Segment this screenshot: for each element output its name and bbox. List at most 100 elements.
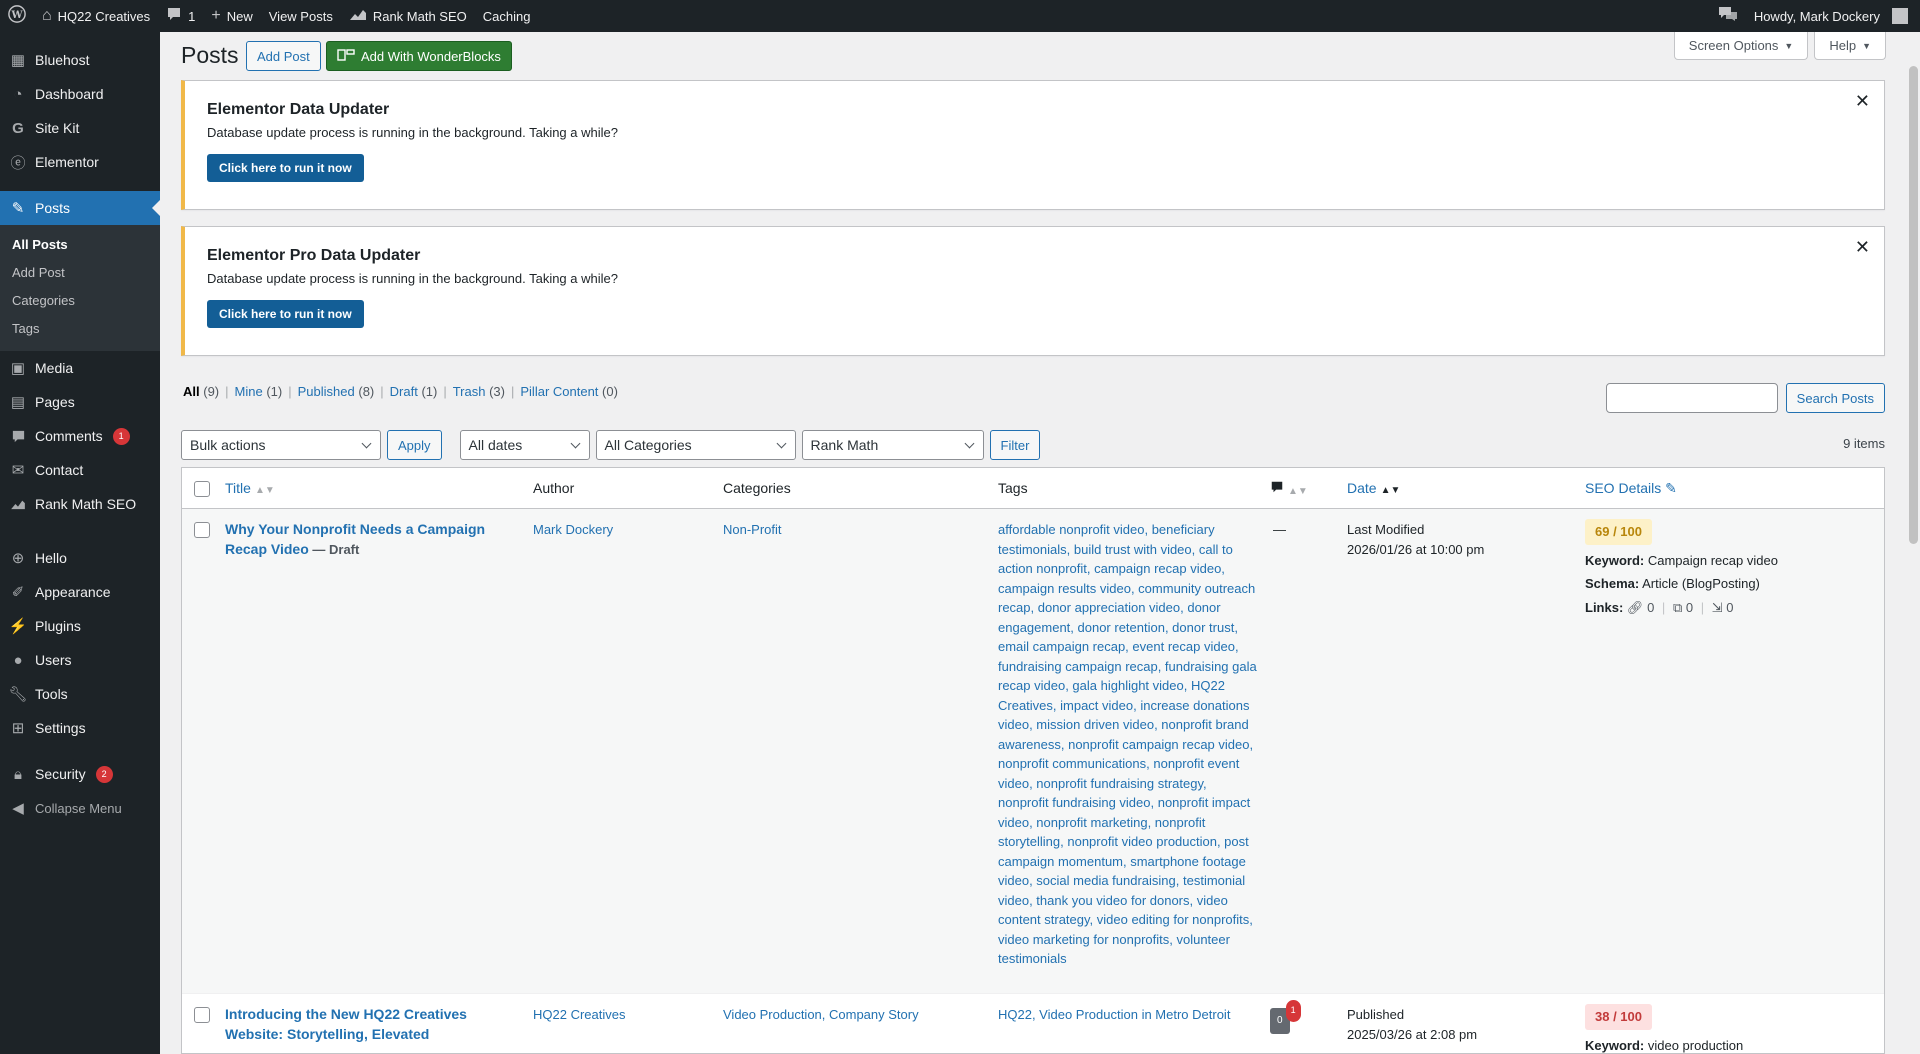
comments-link[interactable]: 1 (158, 0, 203, 32)
add-post-button[interactable]: Add Post (246, 41, 321, 71)
internal-link-icon: 🔗︎ (1626, 599, 1644, 615)
view-pillar-content[interactable]: Pillar Content (520, 384, 598, 399)
categories-filter-select[interactable]: All Categories (595, 430, 796, 460)
menu-item-contact[interactable]: ✉ Contact (0, 453, 160, 487)
blocks-icon (337, 48, 355, 64)
view-draft[interactable]: Draft (390, 384, 418, 399)
wrench-icon: 🔧︎ (8, 686, 28, 703)
select-all-checkbox[interactable] (194, 481, 210, 497)
sort-icon: ▲▼ (254, 485, 275, 496)
dates-filter-select[interactable]: All dates (459, 430, 590, 460)
search-posts-button[interactable]: Search Posts (1785, 383, 1885, 413)
rank-math-link[interactable]: Rank Math SEO (341, 0, 475, 32)
view-trash[interactable]: Trash (453, 384, 486, 399)
filter-button[interactable]: Filter (989, 430, 1041, 460)
menu-item-elementor[interactable]: ⓔ Elementor (0, 145, 160, 179)
view-posts-label: View Posts (268, 8, 333, 24)
comments-column-header[interactable]: ▲▼ (1270, 480, 1308, 497)
apply-button[interactable]: Apply (387, 430, 442, 460)
rank-math-filter-select[interactable]: Rank Math (801, 430, 984, 460)
screen-options-button[interactable]: Screen Options ▼ (1673, 32, 1809, 60)
menu-item-tools[interactable]: 🔧︎ Tools (0, 677, 160, 711)
seo-schema: Schema: Article (BlogPosting) (1585, 574, 1875, 594)
menu-item-users[interactable]: ● Users (0, 643, 160, 677)
tags-list[interactable]: HQ22, Video Production in Metro Detroit (998, 1005, 1260, 1025)
date-cell: Last Modified 2026/01/26 at 10:00 pm (1347, 520, 1484, 559)
menu-item-security[interactable]: 🔒︎ Security 2 (0, 757, 160, 791)
menu-item-site-kit[interactable]: G Site Kit (0, 111, 160, 145)
run-pro-updater-button[interactable]: Click here to run it now (207, 300, 364, 328)
close-icon[interactable]: ✕ (1855, 91, 1870, 112)
menu-label: Contact (35, 462, 84, 478)
collapse-menu-button[interactable]: ◀ Collapse Menu (0, 791, 160, 825)
title-column-header[interactable]: Title ▲▼ (225, 480, 275, 496)
menu-item-dashboard[interactable]: ◔ Dashboard (0, 77, 160, 111)
title-cell: Why Your Nonprofit Needs a Campaign Reca… (225, 520, 515, 559)
view-published[interactable]: Published (298, 384, 355, 399)
title-cell: Introducing the New HQ22 Creatives Websi… (225, 1005, 515, 1044)
seo-details-column-header[interactable]: SEO Details ✎ (1585, 480, 1677, 497)
sort-icon: ▲▼ (1380, 485, 1401, 496)
view-posts-link[interactable]: View Posts (261, 0, 341, 32)
run-updater-button[interactable]: Click here to run it now (207, 154, 364, 182)
separator: | (380, 384, 384, 399)
category-link[interactable]: Video Production, Company Story (723, 1005, 919, 1025)
pending-comments-badge[interactable]: 1 (1285, 1000, 1301, 1022)
view-all[interactable]: All (183, 384, 200, 399)
menu-item-media[interactable]: ▣ Media (0, 351, 160, 385)
rank-math-label: Rank Math SEO (372, 8, 467, 24)
author-link[interactable]: Mark Dockery (533, 520, 613, 540)
dashboard-icon: ◔ (13, 85, 23, 103)
separator: | (1661, 599, 1666, 615)
tags-list[interactable]: affordable nonprofit video, beneficiary … (998, 520, 1260, 969)
date-column-header[interactable]: Date ▲▼ (1347, 480, 1400, 496)
table-row: Introducing the New HQ22 Creatives Websi… (182, 994, 1884, 1053)
account-menu[interactable]: Howdy, Mark Dockery (1746, 0, 1920, 32)
view-count: (1) (266, 384, 283, 399)
menu-item-plugins[interactable]: ⚡ Plugins (0, 609, 160, 643)
submenu-tags[interactable]: Tags (0, 315, 160, 343)
bulk-actions-select[interactable]: Bulk actions (181, 430, 381, 460)
seo-score-badge[interactable]: 69 / 100 (1585, 519, 1652, 545)
menu-item-settings[interactable]: ⊞ Settings (0, 711, 160, 745)
menu-item-comments[interactable]: Comments 1 (0, 419, 160, 453)
help-button[interactable]: Help ▼ (1814, 32, 1886, 60)
row-checkbox[interactable] (194, 1007, 210, 1023)
seo-score-badge[interactable]: 38 / 100 (1585, 1004, 1652, 1030)
page-scrollbar[interactable] (1909, 66, 1918, 544)
menu-item-pages[interactable]: ▤ Pages (0, 385, 160, 419)
menu-item-rank-math[interactable]: Rank Math SEO (0, 487, 160, 521)
category-link[interactable]: Non-Profit (723, 520, 782, 540)
menu-item-hello[interactable]: ⊕ Hello (0, 541, 160, 575)
notice-title: Elementor Data Updater (207, 101, 390, 118)
submenu-categories[interactable]: Categories (0, 287, 160, 315)
view-mine[interactable]: Mine (235, 384, 263, 399)
close-icon[interactable]: ✕ (1855, 237, 1870, 258)
author-link[interactable]: HQ22 Creatives (533, 1005, 625, 1025)
menu-item-posts[interactable]: ✎ Posts (0, 191, 160, 225)
grid-icon: ▦ (10, 52, 26, 69)
categories-column-header: Categories (723, 480, 791, 496)
schema-label: Schema: (1585, 576, 1640, 591)
add-with-wonderblocks-button[interactable]: Add With WonderBlocks (326, 41, 512, 71)
screen-options-label: Screen Options (1688, 38, 1779, 53)
separator: | (288, 384, 292, 399)
post-title-link[interactable]: Introducing the New HQ22 Creatives Websi… (225, 1006, 467, 1042)
new-content-link[interactable]: + New (203, 0, 260, 32)
page-title: Posts (181, 42, 239, 68)
row-checkbox[interactable] (194, 522, 210, 538)
chat-button[interactable] (1710, 0, 1746, 32)
menu-item-bluehost[interactable]: ▦ Bluehost (0, 43, 160, 77)
external-link-icon: ⧉ (1672, 599, 1683, 615)
main-content: Screen Options ▼ Help ▼ Posts Add Post A… (160, 32, 1920, 1054)
search-input[interactable] (1605, 383, 1778, 413)
submenu-add-post[interactable]: Add Post (0, 259, 160, 287)
wordpress-logo-button[interactable]: W (0, 0, 34, 32)
seo-details-cell: 38 / 100 Keyword: video production (1585, 1004, 1875, 1053)
site-name-link[interactable]: ⌂ HQ22 Creatives (34, 0, 158, 32)
caching-link[interactable]: Caching (475, 0, 539, 32)
comments-count: — (1273, 522, 1286, 537)
date-status: Last Modified (1347, 522, 1425, 537)
menu-item-appearance[interactable]: ✐ Appearance (0, 575, 160, 609)
submenu-all-posts[interactable]: All Posts (0, 231, 160, 259)
